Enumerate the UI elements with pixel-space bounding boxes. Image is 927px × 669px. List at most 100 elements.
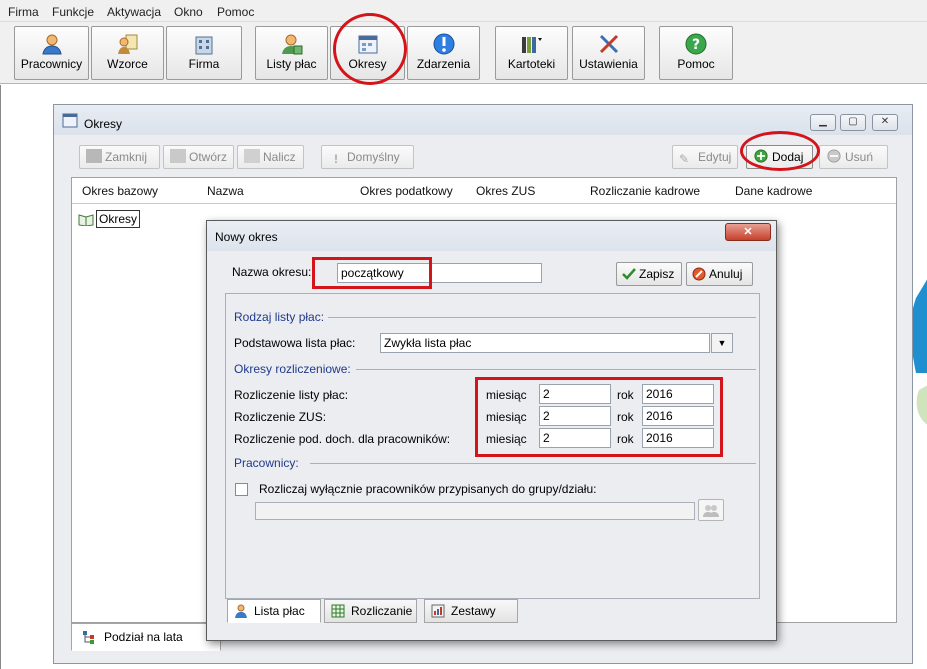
menu-pomoc[interactable]: Pomoc <box>217 5 254 19</box>
toolbar-pomoc-label: Pomoc <box>677 57 715 71</box>
zamknij-button[interactable]: Zamknij <box>79 145 160 169</box>
zapisz-button[interactable]: Zapisz <box>616 262 682 286</box>
col-dane-kadrowe[interactable]: Dane kadrowe <box>735 184 812 198</box>
toolbar-pomoc-button[interactable]: ? Pomoc <box>659 26 733 80</box>
toolbar-ustawienia-label: Ustawienia <box>579 57 638 71</box>
grid-header: Okres bazowy Nazwa Okres podatkowy Okres… <box>72 178 896 204</box>
pencil-icon: ✎ <box>679 152 690 166</box>
templates-icon <box>117 34 137 54</box>
toolbar-firma-label: Firma <box>188 57 220 71</box>
row-tax-label: Rozliczenie pod. doch. dla pracowników: <box>234 432 451 446</box>
section-divider <box>328 317 756 318</box>
tab-zestawy-label: Zestawy <box>451 604 496 618</box>
maximize-button[interactable]: ▢ <box>840 114 866 131</box>
domyslny-label: Domyślny <box>347 150 400 164</box>
tree-node-label: Okresy <box>96 210 141 228</box>
usun-button[interactable]: Usuń <box>819 145 888 169</box>
main-toolbar: Pracownicy Wzorce Firma Listy płac Okres… <box>0 13 927 85</box>
edytuj-button[interactable]: ✎ Edytuj <box>672 145 738 169</box>
group-only-label: Rozliczaj wyłącznie pracowników przypisa… <box>259 482 597 496</box>
tab-lista-plac[interactable]: Lista płac <box>227 599 321 623</box>
usun-label: Usuń <box>845 150 874 164</box>
section-periods: Okresy rozliczeniowe: <box>234 362 351 376</box>
toolbar-kartoteki-button[interactable]: Kartoteki <box>495 26 568 80</box>
check-icon <box>622 268 636 280</box>
cancel-icon <box>692 267 706 281</box>
section-divider <box>356 369 756 370</box>
chevron-down-icon[interactable]: ▼ <box>711 333 733 353</box>
dialog-title: Nowy okres <box>215 230 278 244</box>
group-field[interactable] <box>255 502 695 520</box>
minus-icon <box>827 149 841 163</box>
toolbar-pracownicy-button[interactable]: Pracownicy <box>14 26 89 80</box>
base-payroll-select[interactable]: Zwykła lista płac <box>380 333 710 353</box>
highlight-dodaj <box>740 131 820 171</box>
tab-rozliczanie[interactable]: Rozliczanie <box>324 599 417 623</box>
tab-content-panel: Rodzaj listy płac: Podstawowa lista płac… <box>225 293 760 599</box>
toolbar-zdarzenia-button[interactable]: Zdarzenia <box>407 26 480 80</box>
highlight-okresy <box>333 13 407 85</box>
highlight-name <box>312 257 432 289</box>
binders-icon <box>521 37 542 53</box>
toolbar-listy-plac-label: Listy płac <box>266 57 317 71</box>
person-icon <box>41 34 62 55</box>
menu-firma[interactable]: Firma <box>8 5 39 19</box>
name-label: Nazwa okresu: <box>232 265 312 279</box>
dialog-close-button[interactable]: ✕ <box>725 223 771 241</box>
toolbar-firma-button[interactable]: Firma <box>166 26 242 80</box>
group-only-checkbox[interactable] <box>235 483 248 496</box>
row-payroll-label: Rozliczenie listy płac: <box>234 388 349 402</box>
row-zus-label: Rozliczenie ZUS: <box>234 410 327 424</box>
help-icon: ? <box>685 33 707 55</box>
menu-aktywacja[interactable]: Aktywacja <box>107 5 161 19</box>
tools-icon <box>599 34 618 54</box>
anuluj-button[interactable]: Anuluj <box>686 262 753 286</box>
col-okres-podatkowy[interactable]: Okres podatkowy <box>360 184 453 198</box>
menu-okno[interactable]: Okno <box>174 5 203 19</box>
background-decoration-green <box>916 385 927 425</box>
tree-structure-icon <box>83 631 94 644</box>
tab-podzial-na-lata[interactable]: Podział na lata <box>71 623 221 651</box>
window-app-icon <box>62 113 78 128</box>
highlight-periods <box>475 377 723 457</box>
people-icon <box>703 505 719 517</box>
open-book-icon <box>78 214 94 226</box>
close-button[interactable]: ✕ <box>872 114 898 131</box>
toolbar-wzorce-label: Wzorce <box>107 57 148 71</box>
toolbar-pracownicy-label: Pracownicy <box>20 57 83 71</box>
spreadsheet-icon <box>331 604 345 618</box>
otworz-button[interactable]: Otwórz <box>163 145 234 169</box>
person-icon <box>235 604 247 618</box>
col-nazwa[interactable]: Nazwa <box>207 184 244 198</box>
calculate-icon <box>244 149 260 163</box>
tab-zestawy[interactable]: Zestawy <box>424 599 518 623</box>
col-rozliczanie-kadrowe[interactable]: Rozliczanie kadrowe <box>590 184 700 198</box>
toolbar-ustawienia-button[interactable]: Ustawienia <box>572 26 645 80</box>
menu-funkcje[interactable]: Funkcje <box>52 5 94 19</box>
tab-rozliczanie-label: Rozliczanie <box>351 604 413 618</box>
tab-podzial-label: Podział na lata <box>104 630 183 644</box>
group-picker-button[interactable] <box>698 499 724 521</box>
dialog-titlebar: Nowy okres ✕ <box>207 221 776 251</box>
toolbar-kartoteki-label: Kartoteki <box>507 57 556 71</box>
nowy-okres-dialog: Nowy okres ✕ Nazwa okresu: początkowy Za… <box>206 220 777 641</box>
nalicz-button[interactable]: Nalicz <box>237 145 304 169</box>
menu-bar: Firma Funkcje Aktywacja Okno Pomoc <box>0 0 927 22</box>
col-okres-zus[interactable]: Okres ZUS <box>476 184 535 198</box>
tab-lista-plac-label: Lista płac <box>254 604 305 618</box>
zamknij-label: Zamknij <box>105 150 148 164</box>
open-book-icon <box>170 149 186 163</box>
section-divider <box>310 463 756 464</box>
domyslny-button[interactable]: ! Domyślny <box>321 145 414 169</box>
exclamation-icon: ! <box>334 152 338 166</box>
company-icon <box>195 36 213 55</box>
minimize-button[interactable]: ▁ <box>810 114 836 131</box>
edytuj-label: Edytuj <box>698 150 732 164</box>
toolbar-wzorce-button[interactable]: Wzorce <box>91 26 164 80</box>
payroll-icon <box>281 34 302 55</box>
anuluj-label: Anuluj <box>709 267 743 281</box>
col-okres-bazowy[interactable]: Okres bazowy <box>82 184 158 198</box>
close-book-icon <box>86 149 102 163</box>
toolbar-listy-plac-button[interactable]: Listy płac <box>255 26 328 80</box>
nalicz-label: Nalicz <box>263 150 296 164</box>
